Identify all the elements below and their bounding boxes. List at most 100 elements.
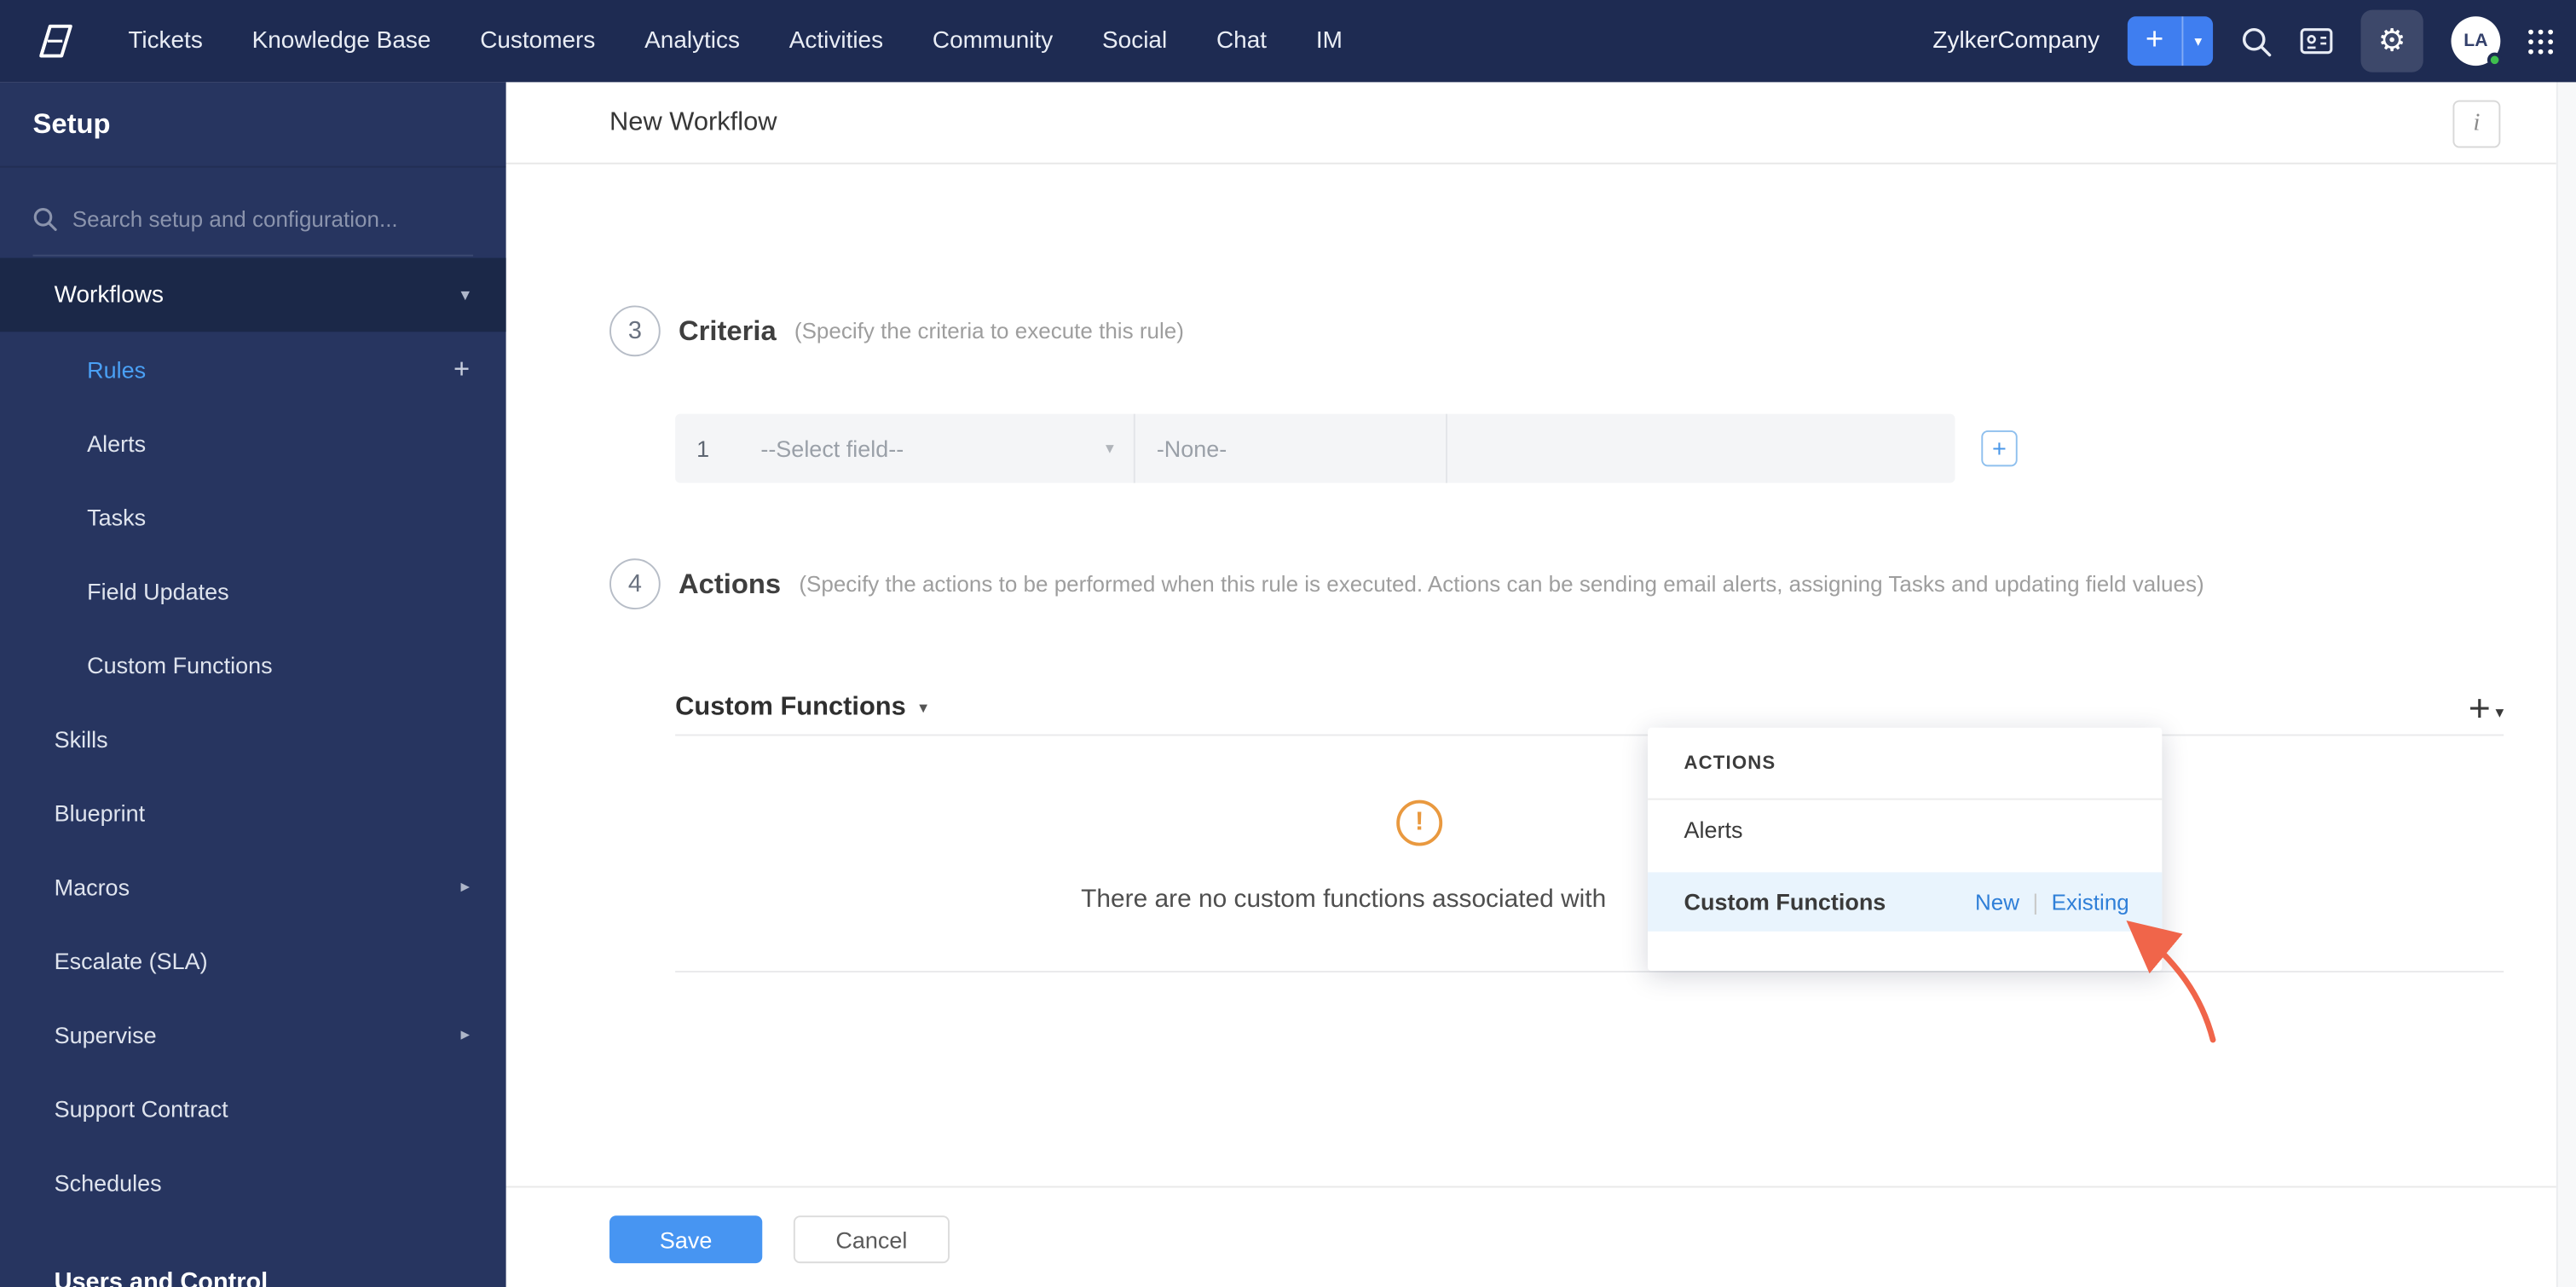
pipe-separator: | bbox=[2032, 889, 2039, 915]
settings-gear-button[interactable]: ⚙ bbox=[2360, 9, 2423, 72]
nav-tickets[interactable]: Tickets bbox=[128, 28, 202, 55]
nav-knowledge-base[interactable]: Knowledge Base bbox=[252, 28, 431, 55]
nav-im[interactable]: IM bbox=[1316, 28, 1343, 55]
dropdown-header: ACTIONS bbox=[1648, 728, 2163, 800]
sidebar-item-alerts[interactable]: Alerts bbox=[0, 406, 506, 480]
section-divider bbox=[675, 734, 2504, 736]
plus-icon: + bbox=[2145, 22, 2164, 58]
footer-divider bbox=[505, 1186, 2556, 1188]
cancel-button[interactable]: Cancel bbox=[793, 1215, 950, 1264]
info-icon[interactable]: i bbox=[2452, 100, 2501, 148]
page-title: New Workflow bbox=[609, 107, 777, 136]
criteria-step-header: 3 Criteria (Specify the criteria to exec… bbox=[609, 305, 1184, 357]
sidebar-item-workflows[interactable]: Workflows ▾ bbox=[0, 257, 506, 332]
actions-dropdown-panel: ACTIONS Alerts Custom Functions New | Ex… bbox=[1648, 727, 2163, 972]
dropdown-item-label: Alerts bbox=[1684, 816, 1743, 843]
select-value: --Select field-- bbox=[760, 435, 904, 462]
workflow-header: New Workflow i bbox=[505, 82, 2556, 164]
chevron-down-icon: ▾ bbox=[460, 286, 471, 306]
company-name[interactable]: ZylkerCompany bbox=[1932, 28, 2099, 55]
nav-community[interactable]: Community bbox=[933, 28, 1053, 55]
criteria-title: Criteria bbox=[678, 315, 777, 346]
nav-social[interactable]: Social bbox=[1102, 28, 1167, 55]
sidebar-item-label: Schedules bbox=[54, 1169, 162, 1196]
chevron-down-icon: ▾ bbox=[2495, 703, 2504, 723]
plus-icon: + bbox=[2468, 685, 2491, 729]
sidebar-item-label: Tasks bbox=[87, 503, 147, 530]
nav-customers[interactable]: Customers bbox=[480, 28, 595, 55]
step-number-badge: 3 bbox=[609, 305, 661, 357]
add-criteria-button[interactable]: + bbox=[1981, 430, 2018, 467]
grid-glyph bbox=[2528, 28, 2554, 54]
warning-icon: ! bbox=[1396, 799, 1443, 846]
logo-glyph bbox=[39, 24, 72, 58]
sidebar-item-macros[interactable]: Macros ▸ bbox=[0, 849, 506, 923]
sidebar-item-supervise[interactable]: Supervise ▸ bbox=[0, 997, 506, 1071]
dropdown-item-custom-functions[interactable]: Custom Functions New | Existing bbox=[1648, 872, 2163, 932]
criteria-row: 1 --Select field-- ▾ -None- bbox=[675, 413, 1955, 483]
top-nav-right: ZylkerCompany + ▾ ⚙ LA bbox=[1932, 9, 2576, 72]
sidebar-item-custom-functions[interactable]: Custom Functions bbox=[0, 627, 506, 701]
search-icon bbox=[33, 207, 57, 231]
nav-analytics[interactable]: Analytics bbox=[644, 28, 740, 55]
chevron-down-icon[interactable]: ▾ bbox=[2181, 16, 2213, 66]
sidebar-item-escalate-sla[interactable]: Escalate (SLA) bbox=[0, 923, 506, 997]
top-nav: Tickets Knowledge Base Customers Analyti… bbox=[0, 0, 2576, 83]
step-number-badge: 4 bbox=[609, 558, 661, 610]
user-avatar[interactable]: LA bbox=[2451, 16, 2503, 68]
sidebar-item-label: Support Contract bbox=[54, 1094, 228, 1122]
vertical-scrollbar[interactable] bbox=[2556, 82, 2576, 1287]
save-button[interactable]: Save bbox=[609, 1215, 763, 1264]
sidebar-item-schedules[interactable]: Schedules bbox=[0, 1145, 506, 1219]
sidebar-item-label: Workflows bbox=[54, 281, 164, 309]
sidebar-item-rules[interactable]: Rules + bbox=[0, 332, 506, 406]
sidebar-item-label: Macros bbox=[54, 873, 130, 900]
sidebar-item-skills[interactable]: Skills bbox=[0, 701, 506, 776]
quick-add-button[interactable]: + ▾ bbox=[2127, 16, 2214, 66]
sidebar-item-label: Field Updates bbox=[87, 577, 229, 604]
chevron-right-icon: ▸ bbox=[460, 1024, 471, 1045]
criteria-hint: (Specify the criteria to execute this ru… bbox=[794, 318, 1184, 343]
contact-card-icon[interactable] bbox=[2300, 26, 2333, 56]
sidebar-item-blueprint[interactable]: Blueprint bbox=[0, 776, 506, 850]
add-action-button[interactable]: + ▾ bbox=[2468, 685, 2504, 729]
sidebar-item-label: Blueprint bbox=[54, 799, 146, 826]
custom-functions-title[interactable]: Custom Functions bbox=[675, 693, 906, 723]
chevron-down-icon: ▾ bbox=[1106, 439, 1114, 458]
criteria-field-select[interactable]: --Select field-- ▾ bbox=[739, 414, 1134, 483]
sidebar-section-users-and-control[interactable]: Users and Control bbox=[0, 1245, 506, 1287]
exclamation-glyph: ! bbox=[1415, 808, 1424, 836]
sidebar-item-label: Rules bbox=[87, 355, 147, 383]
nav-chat[interactable]: Chat bbox=[1216, 28, 1267, 55]
sidebar-item-label: Escalate (SLA) bbox=[54, 947, 208, 973]
main-content: New Workflow i 3 Criteria (Specify the c… bbox=[505, 82, 2576, 1287]
setup-search-input[interactable] bbox=[72, 206, 474, 232]
sidebar-item-field-updates[interactable]: Field Updates bbox=[0, 554, 506, 628]
chevron-down-icon[interactable]: ▾ bbox=[919, 699, 927, 717]
nav-activities[interactable]: Activities bbox=[789, 28, 883, 55]
gear-icon: ⚙ bbox=[2377, 23, 2406, 59]
sidebar-item-tasks[interactable]: Tasks bbox=[0, 480, 506, 554]
add-rule-icon[interactable]: + bbox=[453, 352, 470, 385]
new-link[interactable]: New bbox=[1975, 890, 2019, 915]
existing-link[interactable]: Existing bbox=[2052, 890, 2129, 915]
apps-grid-icon[interactable] bbox=[2528, 28, 2554, 54]
actions-title: Actions bbox=[678, 567, 782, 599]
actions-hint: (Specify the actions to be performed whe… bbox=[799, 571, 2204, 597]
search-icon[interactable] bbox=[2241, 26, 2273, 57]
setup-search bbox=[32, 184, 474, 257]
online-status-dot bbox=[2486, 52, 2503, 68]
sidebar-item-label: Alerts bbox=[87, 429, 147, 456]
app-logo-icon[interactable] bbox=[26, 13, 83, 69]
sidebar-item-support-contract[interactable]: Support Contract bbox=[0, 1071, 506, 1146]
sidebar-item-label: Skills bbox=[54, 724, 108, 752]
chevron-right-icon: ▸ bbox=[460, 877, 471, 897]
criteria-operator-select[interactable]: -None- bbox=[1133, 413, 1446, 483]
dropdown-item-alerts[interactable]: Alerts bbox=[1648, 800, 2162, 859]
select-value: -None- bbox=[1156, 435, 1227, 462]
contact-card-glyph bbox=[2300, 28, 2333, 55]
sidebar-item-label: Supervise bbox=[54, 1020, 157, 1047]
app-window: Tickets Knowledge Base Customers Analyti… bbox=[0, 0, 2576, 1287]
criteria-value-input[interactable] bbox=[1446, 413, 1955, 483]
top-nav-items: Tickets Knowledge Base Customers Analyti… bbox=[128, 28, 1343, 55]
